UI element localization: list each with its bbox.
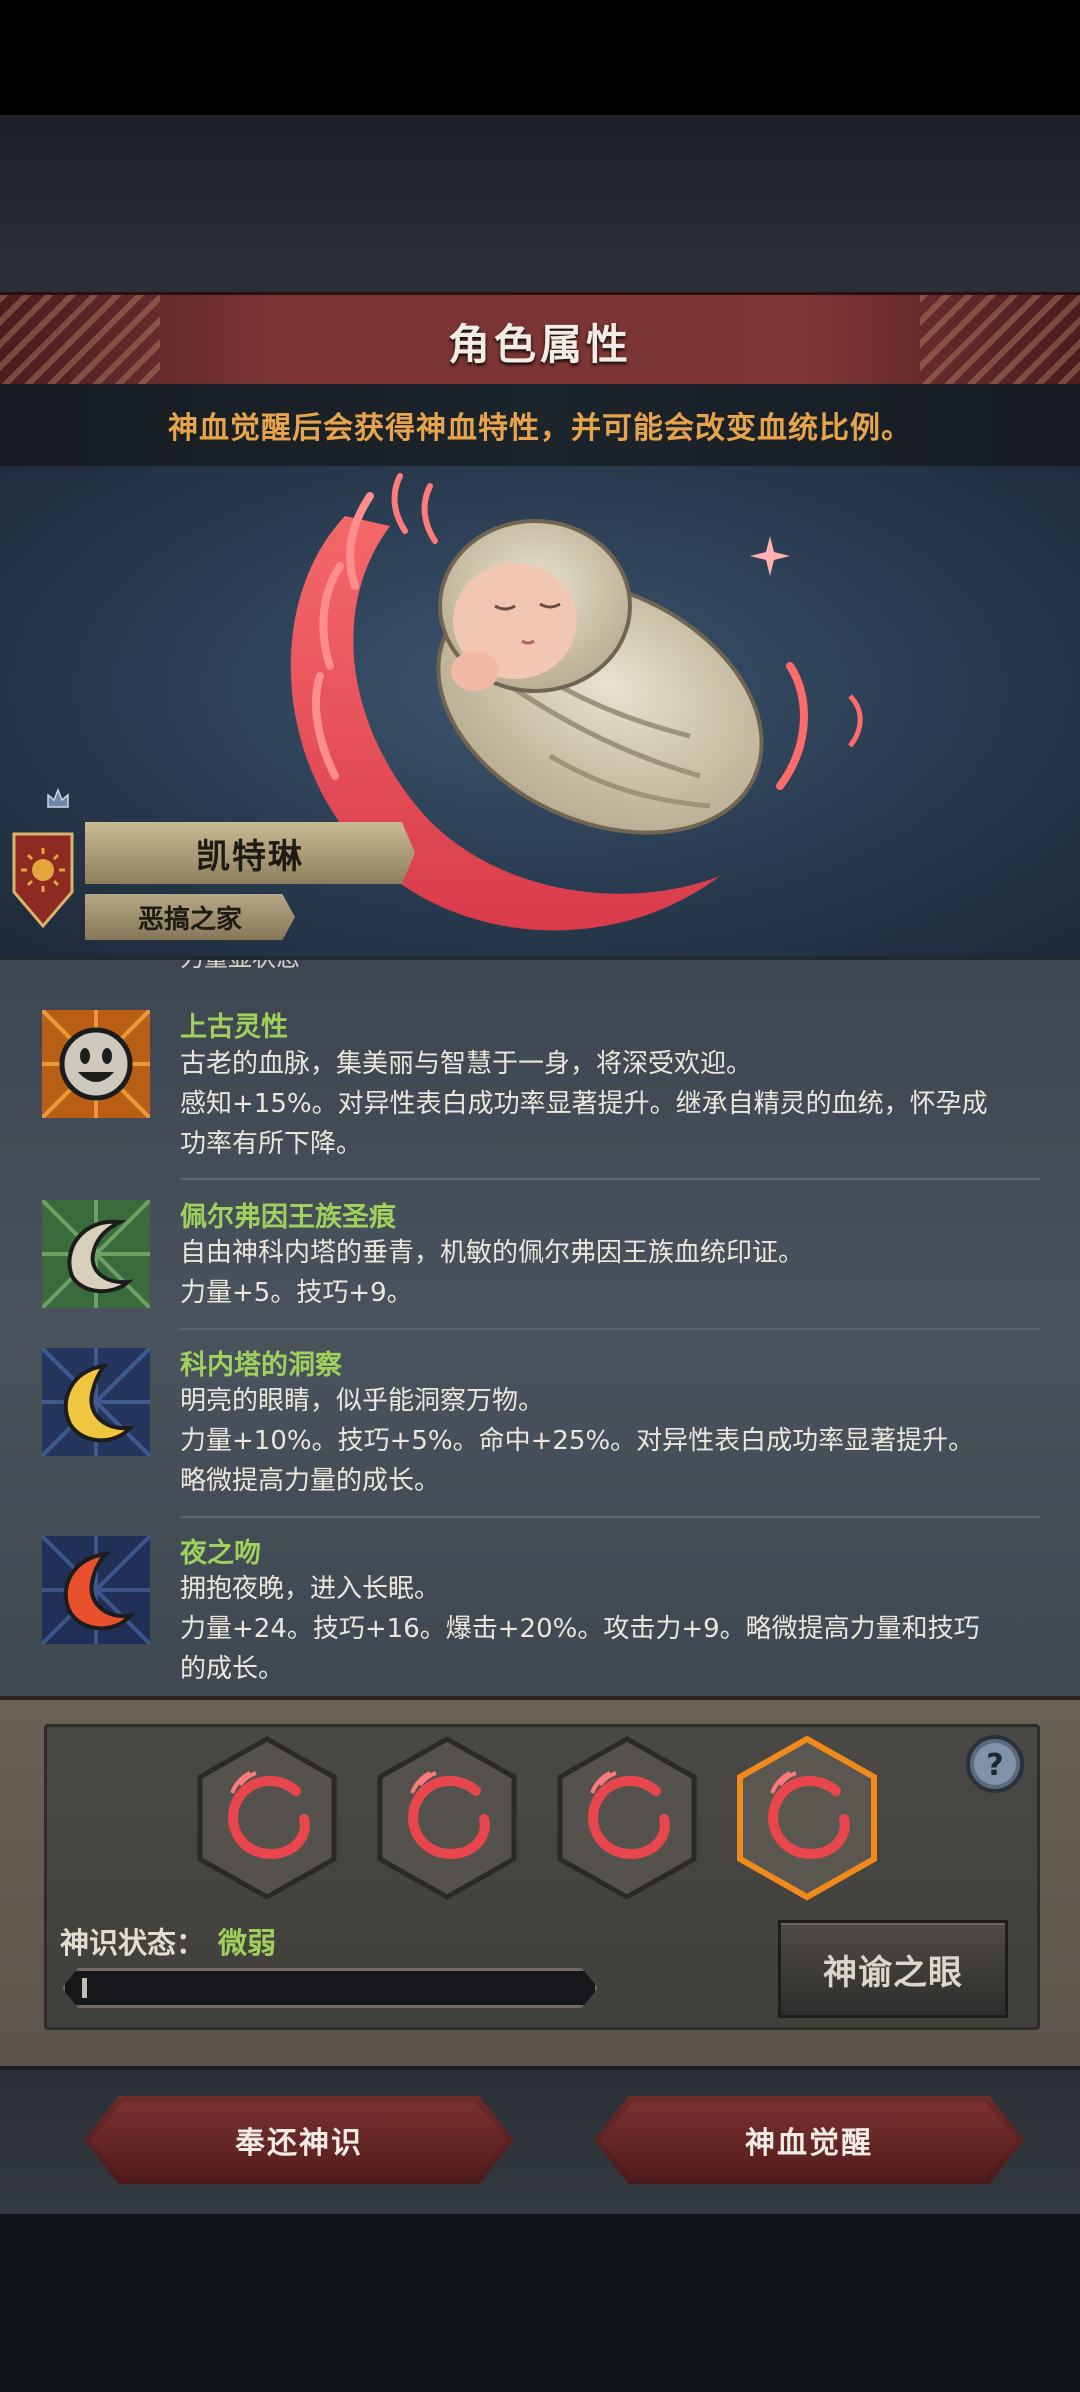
help-question-icon: ?	[986, 1748, 1003, 1783]
blood-awakening-button[interactable]: 神血觉醒	[594, 2096, 1024, 2184]
trait-effect-continued: 功率有所下降。	[180, 1129, 363, 1159]
title-banner: 角色属性	[0, 292, 1080, 390]
trait-description: 自由神科内塔的垂青，机敏的佩尔弗因王族血统印证。	[180, 1238, 805, 1268]
oracle-eye-label: 神谕之眼	[823, 1952, 963, 1993]
trait-cut-off-text: 力量显状态	[180, 956, 300, 972]
consciousness-progress-fill	[82, 1978, 87, 1998]
consciousness-slot-4-selected[interactable]	[732, 1733, 882, 1903]
bottom-background	[0, 2214, 1080, 2392]
trait-divider	[180, 1328, 1040, 1330]
page-subtitle: 神血觉醒后会获得神血特性，并可能会改变血统比例。	[168, 411, 912, 446]
trait-name: 科内塔的洞察	[180, 1350, 342, 1381]
character-name-plate: 凯特琳	[85, 822, 415, 884]
banner-left-pattern	[0, 295, 160, 387]
consciousness-slot-2[interactable]	[372, 1733, 522, 1903]
blood-awakening-label: 神血觉醒	[745, 2126, 873, 2161]
return-consciousness-label: 奉还神识	[235, 2126, 363, 2161]
trait-effect: 力量+24。技巧+16。爆击+20%。攻击力+9。略微提高力量和技巧	[180, 1614, 980, 1644]
trait-effect: 力量+10%。技巧+5%。命中+25%。对异性表白成功率显著提升。	[180, 1426, 975, 1456]
family-name: 恶搞之家	[137, 904, 242, 935]
trait-divider	[180, 1178, 1040, 1180]
trait-list[interactable]: 力量显状态 上古灵性 古老的血脉，集美丽与智慧于一身，将深受欢迎。 感知+15%…	[0, 956, 1080, 1700]
oracle-eye-button[interactable]: 神谕之眼	[778, 1920, 1008, 2018]
return-consciousness-button[interactable]: 奉还神识	[84, 2096, 514, 2184]
trait-description: 明亮的眼睛，似乎能洞察万物。	[180, 1386, 545, 1416]
trait-effect: 力量+5。技巧+9。	[180, 1278, 413, 1308]
trait-name: 夜之吻	[180, 1538, 261, 1569]
family-name-plate: 恶搞之家	[85, 894, 295, 940]
banner-right-pattern	[920, 295, 1080, 387]
consciousness-slot-3[interactable]	[552, 1733, 702, 1903]
trait-name: 佩尔弗因王族圣痕	[180, 1202, 396, 1233]
smiley-icon	[42, 1010, 150, 1118]
consciousness-slot-1[interactable]	[192, 1733, 342, 1903]
family-crest-icon[interactable]	[10, 830, 76, 930]
rank-crown-icon	[47, 787, 69, 808]
trait-effect: 感知+15%。对异性表白成功率显著提升。继承自精灵的血统，怀孕成	[180, 1089, 988, 1119]
character-name: 凯特琳	[196, 836, 304, 877]
consciousness-status-value: 微弱	[218, 1926, 277, 1960]
trait-divider	[180, 1516, 1040, 1518]
white-flame-icon	[42, 1200, 150, 1308]
status-bar-area	[0, 0, 1080, 115]
consciousness-status-label: 神识状态：	[60, 1926, 206, 1960]
trait-effect-continued: 的成长。	[180, 1654, 285, 1684]
trait-name: 上古灵性	[180, 1012, 288, 1043]
subtitle-strip: 神血觉醒后会获得神血特性，并可能会改变血统比例。	[0, 384, 1080, 466]
page-title: 角色属性	[447, 319, 632, 369]
header-background	[0, 115, 1080, 295]
consciousness-progress-bar	[62, 1968, 598, 2008]
trait-effect-continued: 略微提高力量的成长。	[180, 1466, 441, 1496]
help-button[interactable]: ?	[964, 1733, 1026, 1795]
red-moon-icon	[42, 1536, 150, 1644]
trait-description: 拥抱夜晚，进入长眠。	[180, 1574, 441, 1604]
trait-description: 古老的血脉，集美丽与智慧于一身，将深受欢迎。	[180, 1049, 753, 1079]
yellow-moon-icon	[42, 1348, 150, 1456]
